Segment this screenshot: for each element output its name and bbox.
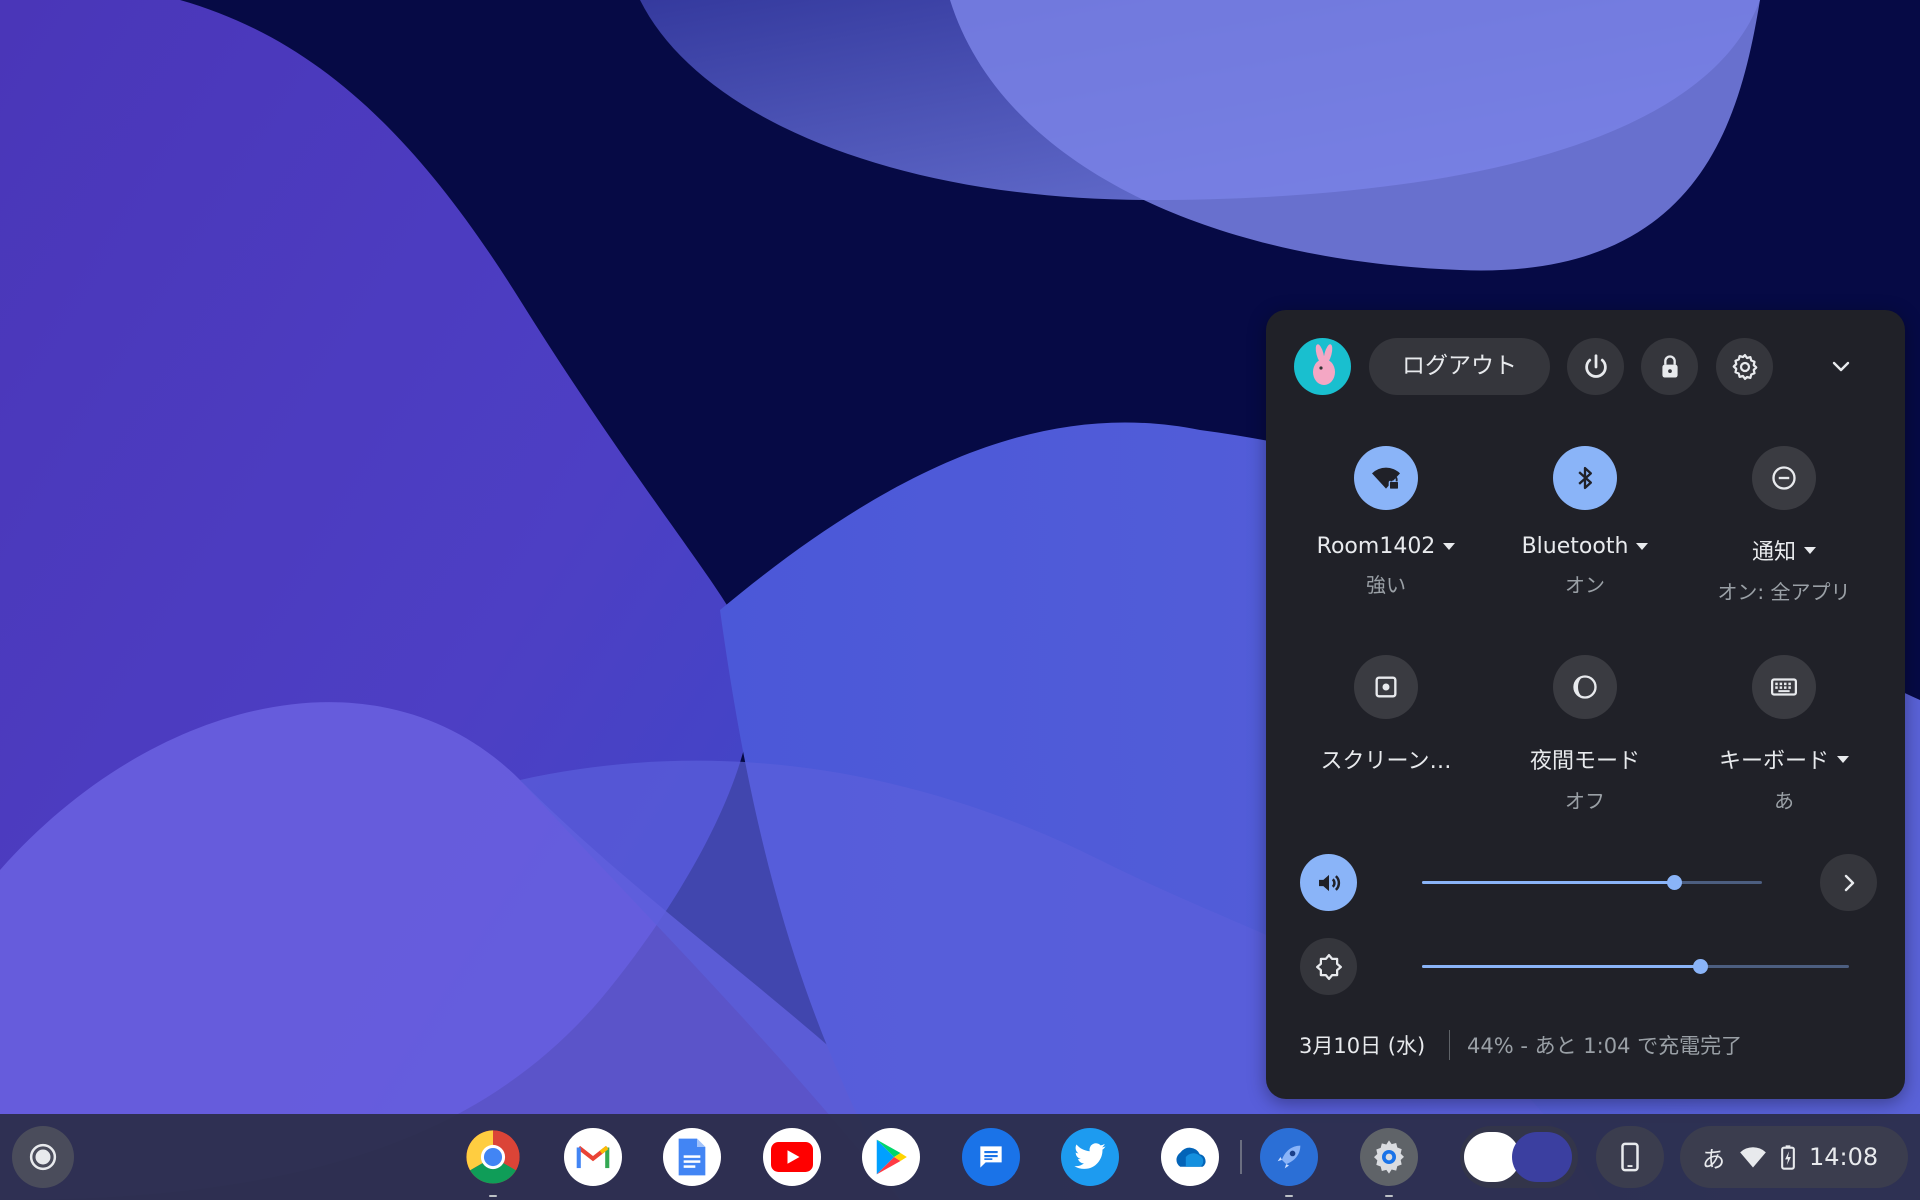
power-icon <box>1584 353 1607 378</box>
keyboard-icon <box>1771 678 1797 696</box>
tile-bluetooth[interactable]: Bluetooth オン <box>1485 446 1685 598</box>
app-settings[interactable] <box>1360 1128 1418 1197</box>
tile-screen-capture-label: スクリーン… <box>1320 749 1452 774</box>
brightness-slider[interactable] <box>1422 959 1849 974</box>
dropdown-caret-icon <box>1804 546 1816 554</box>
gmail-icon <box>576 1145 610 1169</box>
holding-space[interactable] <box>1460 1126 1578 1188</box>
phone-icon <box>1621 1142 1639 1172</box>
brightness-icon <box>1315 953 1342 980</box>
app-play-store[interactable] <box>862 1128 920 1186</box>
volume-slider-thumb[interactable] <box>1666 875 1682 890</box>
launcher-icon <box>29 1143 57 1171</box>
audio-settings-button[interactable] <box>1820 854 1877 911</box>
night-light-icon <box>1573 675 1597 699</box>
tile-keyboard-status: あ <box>1774 789 1794 813</box>
tile-notifications[interactable]: 通知 オン: 全アプリ <box>1684 446 1884 605</box>
tile-network[interactable]: Room1402 強い <box>1286 446 1486 598</box>
play-store-icon <box>876 1139 907 1175</box>
brightness-slider-thumb[interactable] <box>1692 959 1708 974</box>
notifications-toggle[interactable] <box>1752 446 1816 510</box>
running-indicator <box>489 1195 497 1197</box>
date-label[interactable]: 3月10日 (水) <box>1299 1030 1425 1060</box>
launcher-button[interactable] <box>12 1126 74 1188</box>
shelf: あ 14:08 <box>0 1114 1920 1200</box>
tile-keyboard-label: キーボード <box>1718 749 1829 774</box>
tile-network-label: Room1402 <box>1316 534 1436 559</box>
lock-button[interactable] <box>1641 338 1698 395</box>
tile-screen-capture[interactable]: スクリーン… <box>1286 655 1486 785</box>
tile-network-status: 強い <box>1366 573 1406 597</box>
volume-slider[interactable] <box>1422 875 1762 890</box>
youtube-icon <box>771 1142 813 1172</box>
screen-capture-toggle[interactable] <box>1354 655 1418 719</box>
onedrive-icon <box>1176 1147 1206 1167</box>
messages-icon <box>980 1146 1002 1168</box>
gear-icon <box>1732 353 1757 380</box>
bluetooth-icon <box>1578 466 1592 490</box>
dropdown-caret-icon <box>1837 755 1849 763</box>
docs-icon <box>678 1138 706 1176</box>
rabbit-avatar-icon <box>1313 344 1335 385</box>
holding-space-thumbnail <box>1512 1132 1572 1182</box>
app-gmail[interactable] <box>564 1128 622 1186</box>
volume-slider-fill <box>1422 881 1674 884</box>
settings-button[interactable] <box>1716 338 1773 395</box>
app-docs[interactable] <box>663 1128 721 1186</box>
battery-status[interactable]: 44% - あと 1:04 で充電完了 <box>1467 1030 1742 1060</box>
tile-night-light-status: オフ <box>1565 789 1605 813</box>
tile-bluetooth-label: Bluetooth <box>1521 534 1629 559</box>
footer-divider <box>1449 1030 1450 1060</box>
tile-notifications-status: オン: 全アプリ <box>1717 580 1851 604</box>
battery-charging-icon <box>1781 1145 1795 1170</box>
keyboard-toggle[interactable] <box>1752 655 1816 719</box>
night-light-toggle[interactable] <box>1553 655 1617 719</box>
app-chrome[interactable] <box>464 1128 522 1197</box>
settings-gear-icon <box>1374 1140 1404 1174</box>
chevron-right-icon <box>1844 874 1854 891</box>
app-messages[interactable] <box>962 1128 1020 1186</box>
shelf-divider <box>1240 1140 1242 1174</box>
collapse-button[interactable] <box>1824 350 1858 384</box>
tile-night-light[interactable]: 夜間モード オフ <box>1485 655 1685 814</box>
tile-keyboard[interactable]: キーボード あ <box>1684 655 1884 814</box>
running-indicator <box>1285 1195 1293 1197</box>
phone-hub-button[interactable] <box>1596 1126 1664 1188</box>
chevron-down-icon <box>1832 361 1850 372</box>
app-launch[interactable] <box>1260 1128 1318 1197</box>
network-toggle[interactable] <box>1354 446 1418 510</box>
tile-notifications-label: 通知 <box>1751 540 1796 565</box>
wifi-lock-icon <box>1372 467 1400 490</box>
brightness-slider-fill <box>1422 965 1700 968</box>
user-avatar[interactable] <box>1294 338 1351 395</box>
dropdown-caret-icon <box>1443 543 1456 550</box>
clock: 14:08 <box>1809 1143 1879 1171</box>
twitter-icon <box>1074 1143 1106 1169</box>
rocket-icon <box>1277 1145 1301 1169</box>
volume-mute-button[interactable] <box>1300 854 1357 911</box>
do-not-disturb-icon <box>1772 466 1796 490</box>
wifi-icon <box>1740 1147 1766 1168</box>
quick-settings-panel: ログアウト Room1402 強い Bluetooth オン 通知 オン: 全ア… <box>1266 310 1905 1099</box>
app-youtube[interactable] <box>763 1128 821 1186</box>
running-indicator <box>1385 1195 1393 1197</box>
lock-icon <box>1661 354 1678 377</box>
chrome-icon <box>466 1130 520 1184</box>
bluetooth-toggle[interactable] <box>1553 446 1617 510</box>
logout-button[interactable]: ログアウト <box>1369 338 1550 395</box>
app-twitter[interactable] <box>1061 1128 1119 1186</box>
tile-night-light-label: 夜間モード <box>1529 749 1640 774</box>
app-onedrive[interactable] <box>1161 1128 1219 1186</box>
volume-icon <box>1318 874 1340 891</box>
brightness-button <box>1300 938 1357 995</box>
tile-bluetooth-status: オン <box>1565 573 1605 597</box>
status-area[interactable]: あ 14:08 <box>1680 1126 1908 1188</box>
power-button[interactable] <box>1567 338 1624 395</box>
ime-indicator: あ <box>1702 1147 1725 1173</box>
screen-capture-icon <box>1375 676 1397 698</box>
dropdown-caret-icon <box>1636 543 1649 550</box>
